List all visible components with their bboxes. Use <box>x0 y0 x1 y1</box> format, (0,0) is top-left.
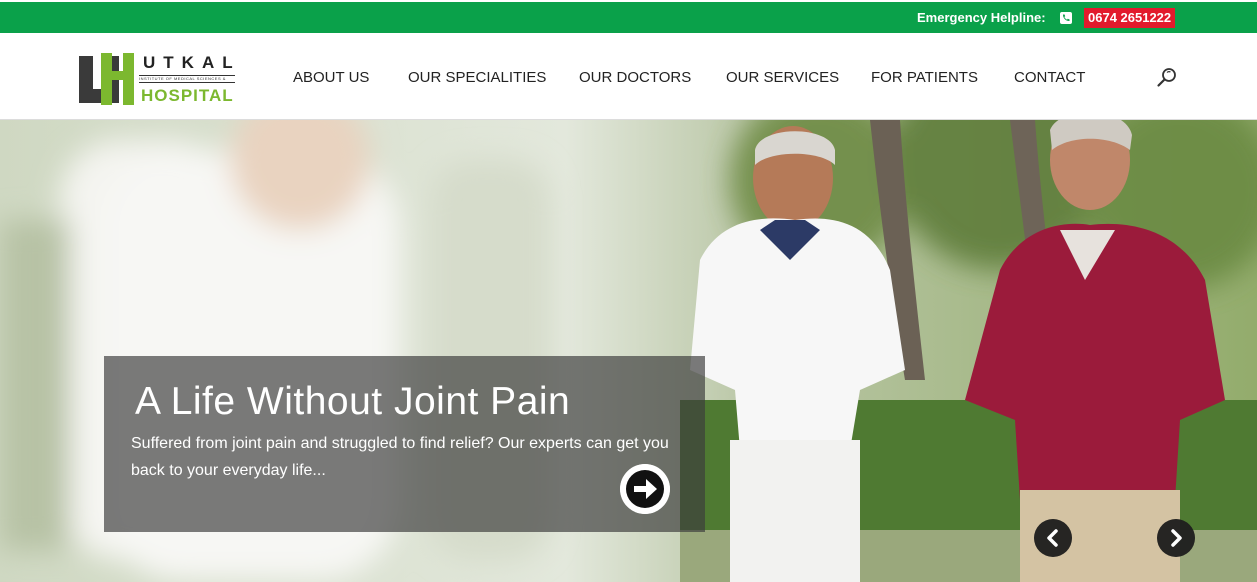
hero-description: Suffered from joint pain and struggled t… <box>131 435 669 479</box>
logo-utkal-text: UTKAL <box>143 53 241 72</box>
nav-about-us[interactable]: ABOUT US <box>293 69 369 86</box>
nav-our-services[interactable]: OUR SERVICES <box>726 69 839 86</box>
logo-hospital-text: HOSPITAL <box>141 86 234 105</box>
nav-our-specialities[interactable]: OUR SPECIALITIES <box>408 69 546 86</box>
nav-for-patients[interactable]: FOR PATIENTS <box>871 69 978 86</box>
chevron-left-icon[interactable] <box>1034 519 1072 557</box>
helpline-number[interactable]: 0674 2651222 <box>1084 8 1176 28</box>
logo-mark-icon <box>79 53 134 105</box>
nav-our-doctors[interactable]: OUR DOCTORS <box>579 69 691 86</box>
chevron-right-icon[interactable] <box>1157 519 1195 557</box>
helpline-label: Emergency Helpline: <box>917 10 1046 25</box>
hero-title: A Life Without Joint Pain <box>135 380 571 423</box>
logo-institute-text: INSTITUTE OF MEDICAL SCIENCES & <box>139 75 235 83</box>
phone-icon <box>1060 12 1072 24</box>
arrow-right-circle-icon[interactable] <box>620 464 670 514</box>
nav-contact[interactable]: CONTACT <box>1014 69 1085 86</box>
hero-slider: A Life Without Joint Pain Suffered from … <box>0 120 1257 582</box>
search-icon[interactable] <box>1156 66 1178 88</box>
hospital-logo[interactable]: UTKAL INSTITUTE OF MEDICAL SCIENCES & HO… <box>79 53 239 108</box>
emergency-bar: Emergency Helpline: 0674 2651222 <box>0 0 1257 33</box>
hero-caption: A Life Without Joint Pain Suffered from … <box>104 356 705 532</box>
site-header: UTKAL INSTITUTE OF MEDICAL SCIENCES & HO… <box>0 33 1257 120</box>
